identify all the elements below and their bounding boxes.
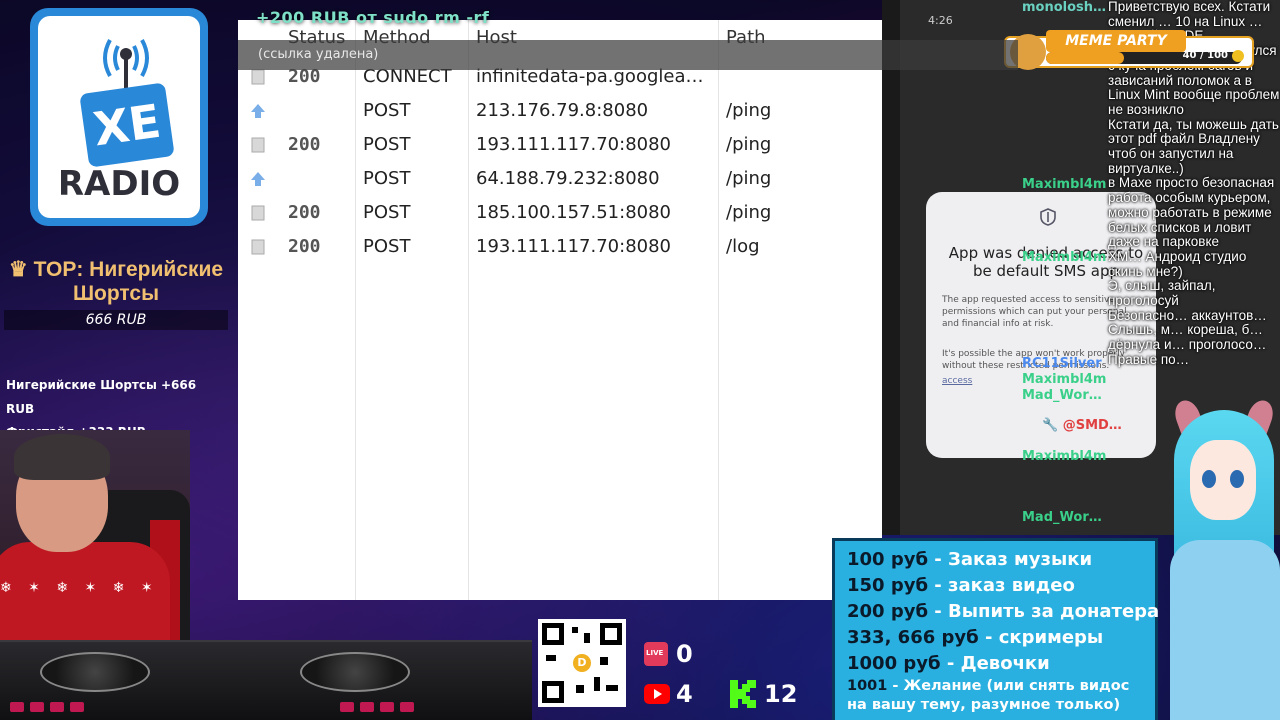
chat-message: Слышь, м… кореша, б… дёрнула и… проголос… xyxy=(1108,322,1267,353)
kick-viewer-count: 12 xyxy=(764,680,798,708)
chat-username[interactable]: 🔧 @SMD… xyxy=(1042,418,1122,433)
donation-qr-code[interactable]: D xyxy=(538,619,626,707)
live-stream-icon: LIVE xyxy=(644,642,668,666)
kick-icon xyxy=(730,680,756,708)
logo-xe-mark: XE xyxy=(79,82,175,168)
chat-message: ХМ… Андроид студио скинь мне?) xyxy=(1108,248,1247,279)
dj-controller xyxy=(0,640,532,720)
upload-arrow-icon xyxy=(251,104,265,118)
upload-arrow-icon xyxy=(251,172,265,186)
chat-message: в Махе просто безопасная работа особым к… xyxy=(1108,175,1275,250)
doc-icon xyxy=(251,239,265,255)
table-row[interactable]: 200 POST 193.111.117.70:8080 /log xyxy=(238,230,882,264)
meme-party-widget: MEME PARTY 40 / 100 xyxy=(1004,30,1254,70)
chat-username[interactable]: Maximbl4m xyxy=(1022,372,1106,387)
logo-radio-text: RADIO xyxy=(57,164,181,204)
webcam-feed: ❄ ✶ ❄ ✶ ❄ ✶ xyxy=(0,430,190,650)
doc-icon xyxy=(251,69,265,85)
chat-message: Э, слыш, зайпал, проголосуй xyxy=(1108,278,1216,309)
price-item-continued: на вашу тему, разумное только) xyxy=(847,697,1121,713)
doc-icon xyxy=(251,205,265,221)
chat-username[interactable]: RC11Silver xyxy=(1022,356,1102,371)
donation-item: Нигерийские Шортсы +666 RUB xyxy=(6,378,197,416)
wrench-icon: 🔧 xyxy=(1042,418,1063,433)
coin-icon xyxy=(1232,50,1244,62)
crown-icon: ♛ xyxy=(8,258,34,281)
shield-icon xyxy=(1040,208,1056,226)
chat-message: Кстати да, ты можешь дать этот pdf файл … xyxy=(1108,116,1279,176)
top-donation-amount: 666 RUB xyxy=(4,310,228,330)
price-item: 1000 руб - Девочки xyxy=(847,653,1050,674)
xe-radio-logo: XE RADIO xyxy=(30,8,208,226)
price-item: 200 руб - Выпить за донатера xyxy=(847,601,1160,622)
top-donation-title: TOP: Нигерийские Шортсы xyxy=(33,258,224,305)
meme-party-count: 40 / 100 xyxy=(1182,50,1228,61)
chat-username[interactable]: monolosh… xyxy=(1022,0,1106,15)
chat-username[interactable]: Mad_Wor… xyxy=(1022,388,1102,403)
proxy-log-window: Status Method Host Path 200 CONNECT infi… xyxy=(238,20,882,600)
vtuber-avatar xyxy=(1160,396,1280,720)
price-item: 100 руб - Заказ музыки xyxy=(847,549,1093,570)
donation-ticker: +200 RUB от sudo rm -rf xyxy=(256,8,490,27)
live-viewer-count: 0 xyxy=(676,640,693,668)
price-item: 1001 - Желание (или снять видос xyxy=(847,678,1130,694)
youtube-icon xyxy=(644,684,670,704)
doc-icon xyxy=(251,137,265,153)
chat-username[interactable]: Mad_Wor… xyxy=(1022,510,1102,525)
table-row[interactable]: 200 POST 185.100.157.51:8080 /ping xyxy=(238,196,882,230)
price-item: 150 руб - заказ видео xyxy=(847,575,1075,596)
chat-username[interactable]: Maximbl4m xyxy=(1022,449,1106,464)
top-donation: ♛ TOP: Нигерийские Шортсы 666 RUB xyxy=(4,258,228,330)
chat-username[interactable]: Maximbl4m xyxy=(1022,177,1106,192)
youtube-viewer-count: 4 xyxy=(676,680,693,708)
link-removed-toast: (ссылка удалена) xyxy=(238,40,1018,70)
table-row[interactable]: POST 64.188.79.232:8080 /ping xyxy=(238,162,882,196)
phone-clock: 4:26 xyxy=(928,14,953,27)
chat-username[interactable]: Maximbl4m xyxy=(1022,250,1106,265)
dialog-access-link[interactable]: access xyxy=(942,376,972,386)
coin-icon: D xyxy=(573,654,591,672)
meme-party-title: MEME PARTY xyxy=(1046,30,1186,52)
price-item: 333, 666 руб - скримеры xyxy=(847,627,1104,648)
table-row[interactable]: 200 POST 193.111.117.70:8080 /ping xyxy=(238,128,882,162)
table-row[interactable]: POST 213.176.79.8:8080 /ping xyxy=(238,94,882,128)
chat-message: Правые по… xyxy=(1108,351,1190,367)
donation-price-list: 100 руб - Заказ музыки 150 руб - заказ в… xyxy=(832,538,1160,720)
broadcast-antenna-icon xyxy=(103,39,149,88)
